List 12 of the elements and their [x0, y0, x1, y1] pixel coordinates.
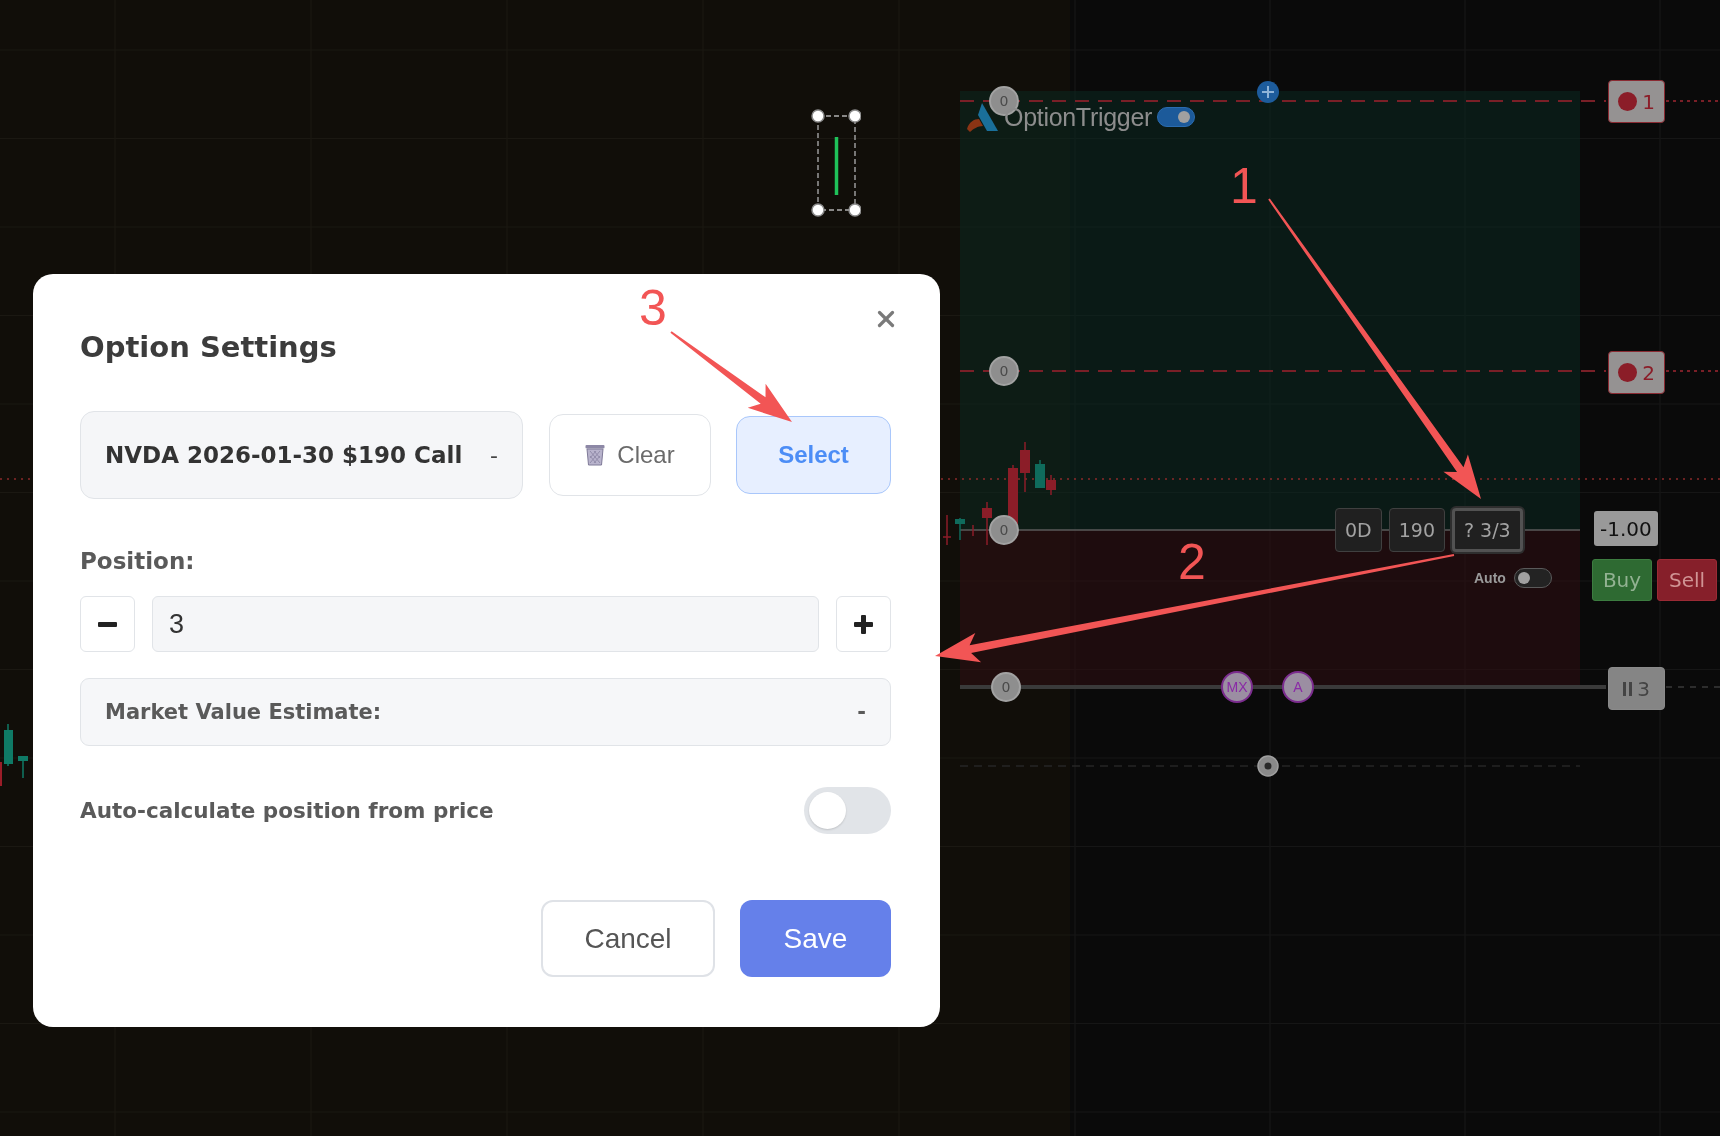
dialog-title: Option Settings: [80, 329, 337, 365]
tag-label: 2: [1642, 360, 1655, 385]
contract-name: NVDA 2026-01-30 $190 Call: [105, 442, 463, 468]
tag-label: 1: [1642, 89, 1655, 114]
market-value-label: Market Value Estimate:: [105, 700, 382, 724]
quantity-label: -1.00: [1594, 511, 1658, 546]
tag-label: 3: [1637, 676, 1650, 701]
contract-price: -: [490, 442, 498, 468]
market-value: -: [857, 700, 866, 724]
position-label: Position:: [80, 547, 196, 575]
auto-calculate-label: Auto-calculate position from price: [80, 798, 494, 823]
annotation-number: 3: [639, 281, 667, 335]
